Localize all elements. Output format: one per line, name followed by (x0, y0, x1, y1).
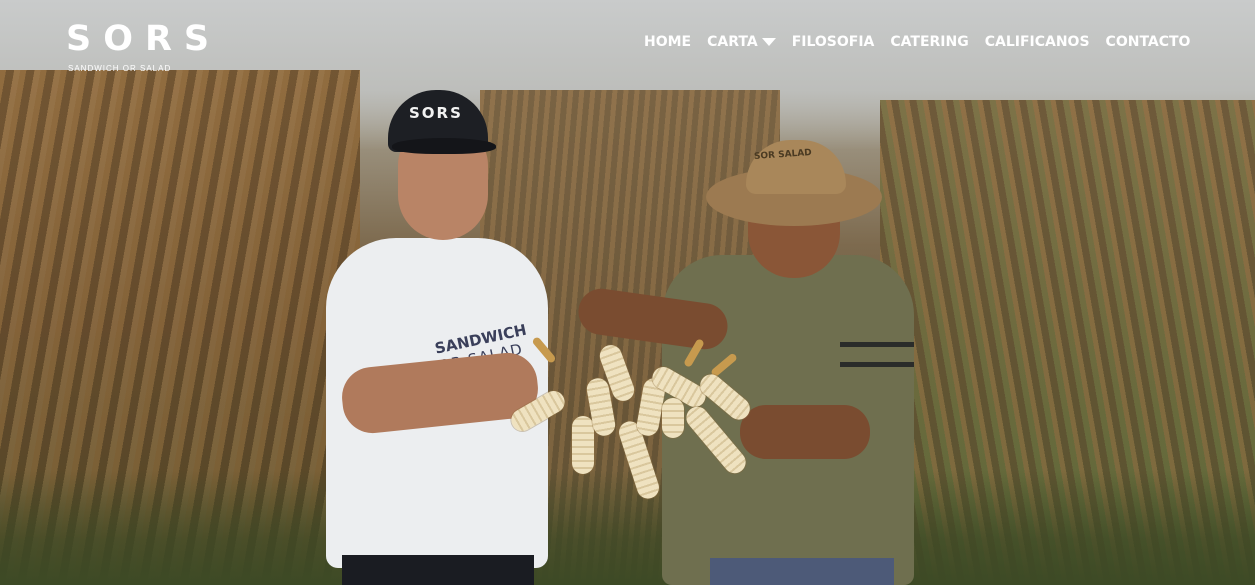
nav-calificanos-label: CALIFICANOS (984, 34, 1090, 50)
nav-home-label: HOME (644, 34, 692, 50)
person-left-pants (342, 555, 534, 585)
person-right-forearm (740, 405, 870, 459)
shirt-stripe (840, 362, 914, 367)
nav-calificanos[interactable]: CALIFICANOS (985, 34, 1090, 50)
nav-filosofia-label: FILOSOFIA (791, 34, 875, 50)
logo-tagline: SANDWICH OR SALAD (68, 64, 172, 73)
nav-contacto-label: CONTACTO (1105, 34, 1191, 50)
brand-logo[interactable]: SORS SANDWICH OR SALAD (66, 20, 221, 73)
nav-contacto[interactable]: CONTACTO (1106, 34, 1191, 50)
corn-ear (572, 416, 594, 474)
caret-down-icon[interactable] (761, 38, 776, 46)
person-left-cap-brim (392, 138, 496, 154)
corn-ear (662, 398, 684, 438)
person-right-pants (710, 558, 894, 585)
hero-photo: SANDWICH OR SALAD SORS SOR SALAD SORS SA… (0, 0, 1255, 585)
nav-filosofia[interactable]: FILOSOFIA (792, 34, 875, 50)
nav-carta[interactable]: CARTA (707, 34, 776, 50)
logo-wordmark: SORS (66, 19, 222, 59)
nav-home[interactable]: HOME (644, 34, 691, 50)
main-nav: HOME CARTA FILOSOFIA CATERING CALIFICANO… (644, 34, 1190, 50)
nav-catering[interactable]: CATERING (890, 34, 968, 50)
nav-carta-label: CARTA (707, 34, 758, 50)
shirt-stripe (840, 342, 914, 347)
cap-logo-text: SORS (409, 104, 463, 122)
grass-foreground (0, 470, 1255, 585)
nav-catering-label: CATERING (890, 34, 969, 50)
